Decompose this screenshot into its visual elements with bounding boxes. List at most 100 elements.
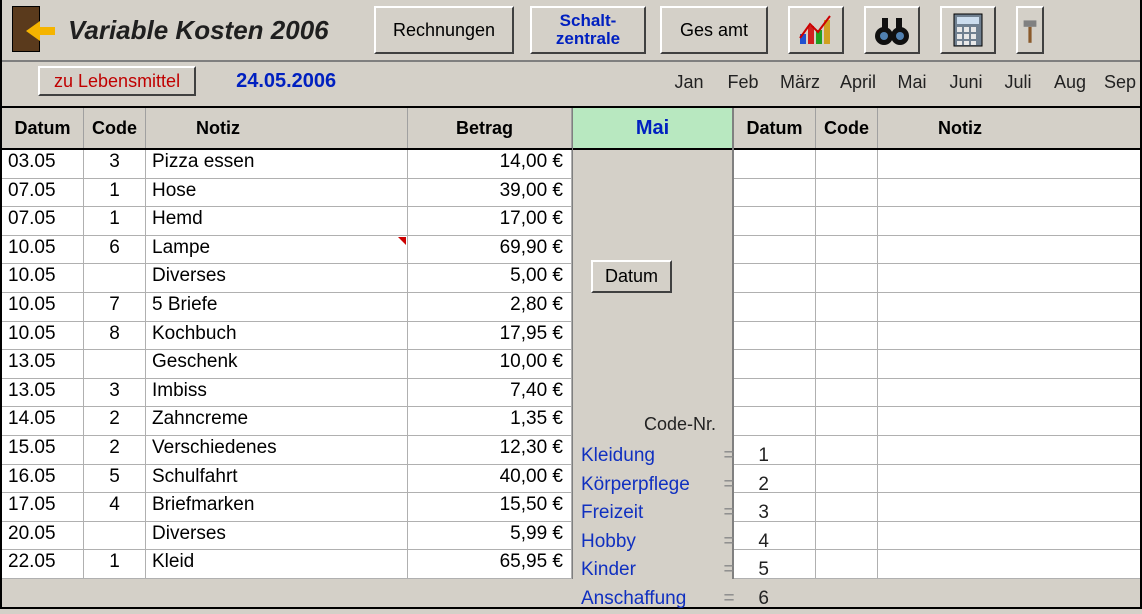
rechnungen-button[interactable]: Rechnungen bbox=[374, 6, 514, 54]
cell-betrag[interactable]: 5,99 € bbox=[408, 522, 572, 550]
cell-betrag[interactable]: 69,90 € bbox=[408, 236, 572, 264]
cell-notiz[interactable]: Hose bbox=[146, 179, 408, 207]
table-row[interactable]: 16.055Schulfahrt40,00 € bbox=[2, 465, 572, 494]
cell-code[interactable] bbox=[816, 264, 878, 292]
calculator-button[interactable] bbox=[940, 6, 996, 54]
cell-code[interactable] bbox=[816, 236, 878, 264]
cell-code[interactable] bbox=[816, 465, 878, 493]
cell-datum[interactable]: 13.05 bbox=[2, 379, 84, 407]
col-code-r[interactable]: Code bbox=[816, 108, 878, 148]
cell-code[interactable] bbox=[816, 407, 878, 435]
chart-button[interactable] bbox=[788, 6, 844, 54]
col-datum-r[interactable]: Datum bbox=[734, 108, 816, 148]
table-row[interactable] bbox=[734, 436, 1140, 465]
col-notiz-r[interactable]: Notiz bbox=[878, 108, 1140, 148]
cell-betrag[interactable]: 12,30 € bbox=[408, 436, 572, 464]
cell-notiz[interactable]: Geschenk bbox=[146, 350, 408, 378]
cell-notiz[interactable] bbox=[878, 207, 1140, 235]
cell-code[interactable] bbox=[816, 150, 878, 178]
cell-code[interactable] bbox=[84, 350, 146, 378]
cell-datum[interactable] bbox=[734, 379, 816, 407]
cell-betrag[interactable]: 15,50 € bbox=[408, 493, 572, 521]
cell-datum[interactable]: 17.05 bbox=[2, 493, 84, 521]
cell-datum[interactable]: 15.05 bbox=[2, 436, 84, 464]
cell-datum[interactable] bbox=[734, 264, 816, 292]
cell-datum[interactable] bbox=[734, 179, 816, 207]
cell-notiz[interactable]: Schulfahrt bbox=[146, 465, 408, 493]
table-row[interactable] bbox=[734, 264, 1140, 293]
cell-datum[interactable]: 10.05 bbox=[2, 236, 84, 264]
cell-betrag[interactable]: 10,00 € bbox=[408, 350, 572, 378]
table-row[interactable] bbox=[734, 550, 1140, 579]
cell-datum[interactable]: 16.05 bbox=[2, 465, 84, 493]
lebensmittel-button[interactable]: zu Lebensmittel bbox=[38, 66, 196, 96]
cell-datum[interactable] bbox=[734, 207, 816, 235]
cell-code[interactable]: 2 bbox=[84, 407, 146, 435]
month-jan[interactable]: Jan bbox=[662, 72, 716, 93]
cell-code[interactable]: 7 bbox=[84, 293, 146, 321]
cell-code[interactable] bbox=[816, 179, 878, 207]
cell-notiz[interactable] bbox=[878, 522, 1140, 550]
cell-datum[interactable]: 03.05 bbox=[2, 150, 84, 178]
cell-notiz[interactable] bbox=[878, 293, 1140, 321]
cell-betrag[interactable]: 5,00 € bbox=[408, 264, 572, 292]
cell-notiz[interactable]: Hemd bbox=[146, 207, 408, 235]
cell-betrag[interactable]: 39,00 € bbox=[408, 179, 572, 207]
cell-datum[interactable] bbox=[734, 236, 816, 264]
month-aug[interactable]: Aug bbox=[1042, 72, 1098, 93]
table-row[interactable]: 13.05Geschenk10,00 € bbox=[2, 350, 572, 379]
cell-code[interactable] bbox=[816, 379, 878, 407]
cell-notiz[interactable]: 5 Briefe bbox=[146, 293, 408, 321]
cell-notiz[interactable] bbox=[878, 550, 1140, 578]
cell-datum[interactable]: 22.05 bbox=[2, 550, 84, 578]
datum-button[interactable]: Datum bbox=[591, 260, 672, 293]
search-button[interactable] bbox=[864, 6, 920, 54]
cell-notiz[interactable] bbox=[878, 264, 1140, 292]
cell-code[interactable] bbox=[816, 207, 878, 235]
cell-notiz[interactable] bbox=[878, 436, 1140, 464]
cell-code[interactable] bbox=[84, 264, 146, 292]
cell-notiz[interactable]: Imbiss bbox=[146, 379, 408, 407]
table-row[interactable]: 15.052Verschiedenes12,30 € bbox=[2, 436, 572, 465]
cell-notiz[interactable] bbox=[878, 350, 1140, 378]
gesamt-button[interactable]: Ges amt bbox=[660, 6, 768, 54]
cell-code[interactable] bbox=[816, 436, 878, 464]
cell-notiz[interactable]: Pizza essen bbox=[146, 150, 408, 178]
cell-notiz[interactable] bbox=[878, 379, 1140, 407]
month-april[interactable]: April bbox=[830, 72, 886, 93]
cell-datum[interactable]: 10.05 bbox=[2, 264, 84, 292]
cell-datum[interactable] bbox=[734, 150, 816, 178]
table-row[interactable]: 13.053Imbiss7,40 € bbox=[2, 379, 572, 408]
table-row[interactable]: 22.051Kleid65,95 € bbox=[2, 550, 572, 579]
cell-notiz[interactable] bbox=[878, 493, 1140, 521]
tools-button[interactable] bbox=[1016, 6, 1044, 54]
cell-notiz[interactable]: Diverses bbox=[146, 522, 408, 550]
table-row[interactable] bbox=[734, 522, 1140, 551]
cell-datum[interactable]: 07.05 bbox=[2, 179, 84, 207]
cell-betrag[interactable]: 17,95 € bbox=[408, 322, 572, 350]
cell-betrag[interactable]: 1,35 € bbox=[408, 407, 572, 435]
table-row[interactable]: 10.058Kochbuch17,95 € bbox=[2, 322, 572, 351]
table-row[interactable]: 07.051Hemd17,00 € bbox=[2, 207, 572, 236]
table-row[interactable] bbox=[734, 236, 1140, 265]
cell-code[interactable] bbox=[816, 350, 878, 378]
table-row[interactable]: 20.05Diverses5,99 € bbox=[2, 522, 572, 551]
cell-notiz[interactable]: Verschiedenes bbox=[146, 436, 408, 464]
table-row[interactable]: 17.054Briefmarken15,50 € bbox=[2, 493, 572, 522]
cell-notiz[interactable] bbox=[878, 179, 1140, 207]
month-mai[interactable]: Mai bbox=[886, 72, 938, 93]
cell-code[interactable] bbox=[816, 550, 878, 578]
table-row[interactable] bbox=[734, 322, 1140, 351]
month-märz[interactable]: März bbox=[770, 72, 830, 93]
table-row[interactable]: 10.056Lampe69,90 € bbox=[2, 236, 572, 265]
cell-betrag[interactable]: 14,00 € bbox=[408, 150, 572, 178]
cell-code[interactable]: 3 bbox=[84, 379, 146, 407]
cell-notiz[interactable] bbox=[878, 322, 1140, 350]
cell-datum[interactable] bbox=[734, 293, 816, 321]
month-sep[interactable]: Sep bbox=[1098, 72, 1142, 93]
table-row[interactable]: 14.052Zahncreme1,35 € bbox=[2, 407, 572, 436]
table-row[interactable]: 07.051Hose39,00 € bbox=[2, 179, 572, 208]
table-row[interactable] bbox=[734, 350, 1140, 379]
cell-datum[interactable]: 10.05 bbox=[2, 293, 84, 321]
cell-code[interactable] bbox=[84, 522, 146, 550]
